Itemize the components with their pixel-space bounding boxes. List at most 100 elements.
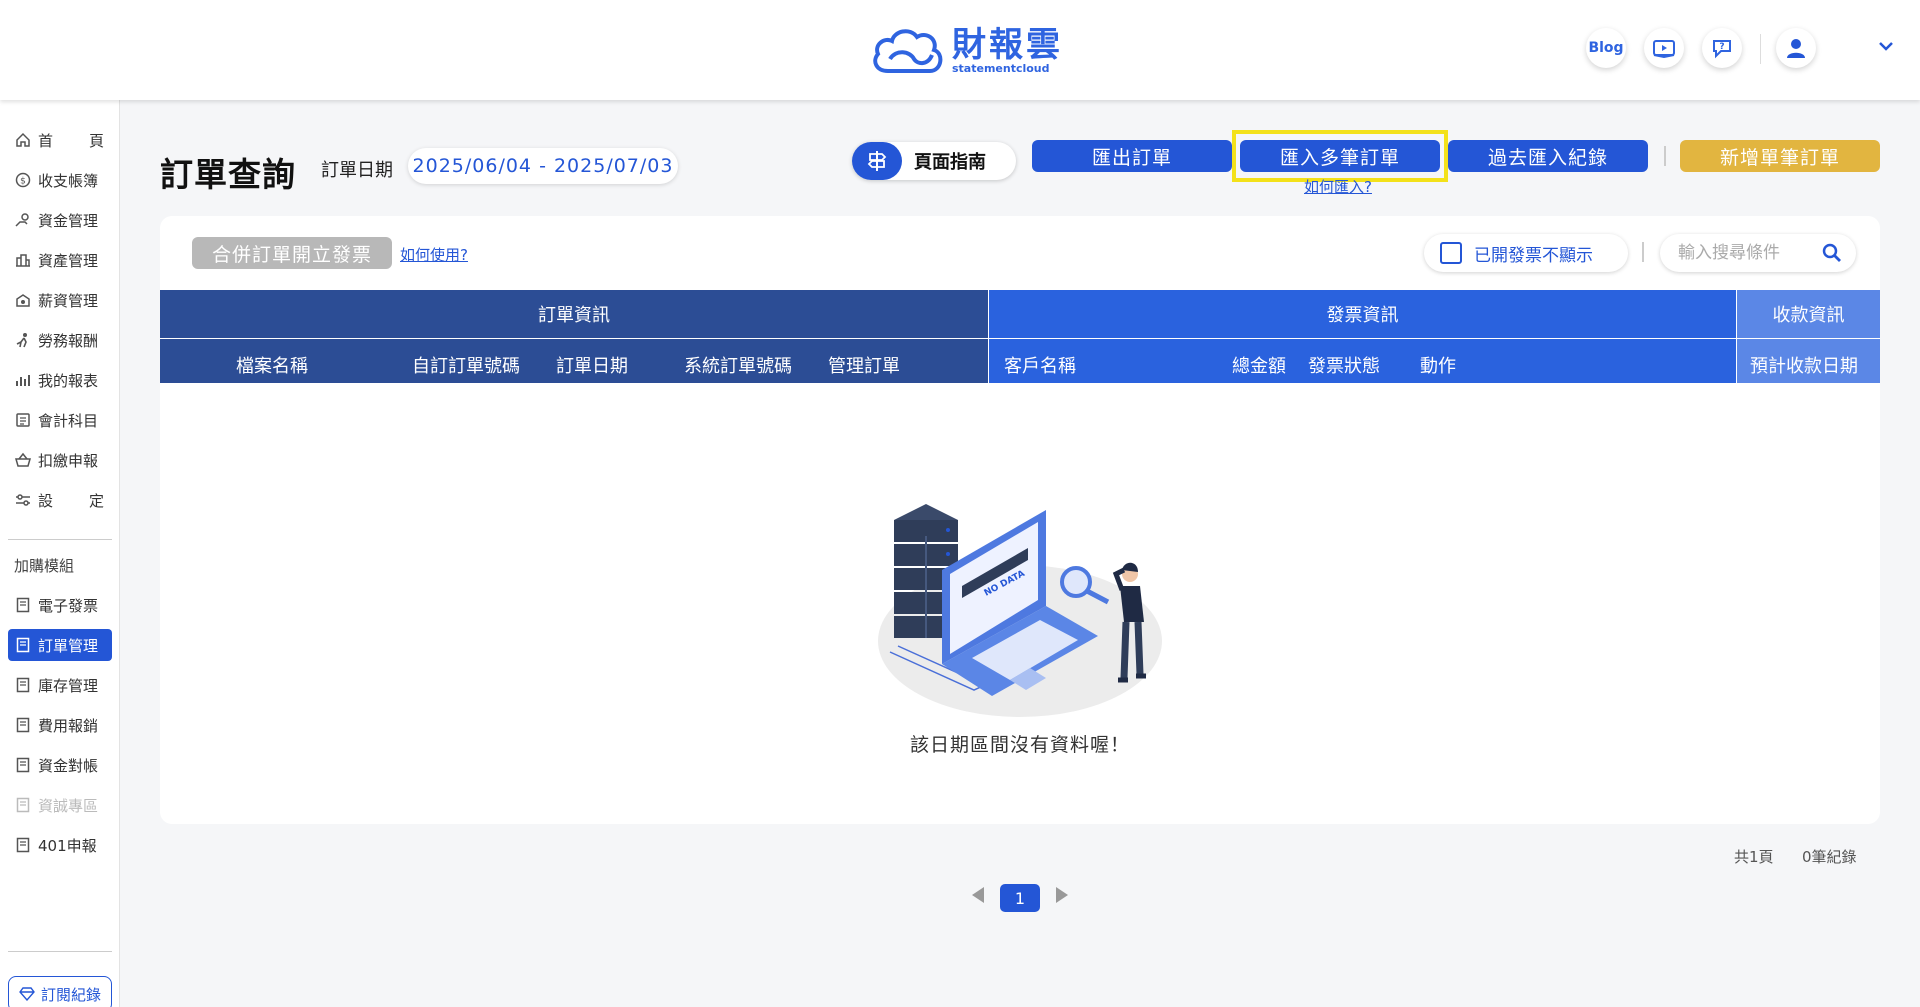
document-icon bbox=[14, 636, 32, 654]
sidebar: 首頁 $ 收支帳簿 資金管理 資產管理 薪資管理 勞務報酬 我的報表 會計科目 … bbox=[0, 100, 120, 1007]
sidebar-item-pwc-zone: 資誠專區 bbox=[8, 789, 112, 821]
payment-info-group-header: 收款資訊 bbox=[1737, 290, 1880, 338]
sidebar-item-label: 收支帳簿 bbox=[38, 171, 99, 190]
svg-text:?: ? bbox=[1719, 42, 1724, 52]
ledger-icon bbox=[14, 411, 32, 429]
order-date-label: 訂單日期 bbox=[321, 160, 393, 181]
page-guide-button[interactable]: 頁面指南 bbox=[852, 142, 1016, 180]
page-title: 訂單查詢 bbox=[160, 155, 296, 194]
import-history-button[interactable]: 過去匯入紀錄 bbox=[1448, 140, 1648, 172]
column-header-invoice-status: 發票狀態 bbox=[1308, 356, 1380, 377]
basket-icon bbox=[14, 451, 32, 469]
search-box bbox=[1660, 234, 1856, 272]
logo-english-text: statementcloud bbox=[952, 62, 1050, 75]
sidebar-item-label: 勞務報酬 bbox=[38, 331, 99, 350]
column-header-custom-order-no: 自訂訂單號碼 bbox=[412, 356, 520, 377]
document-icon bbox=[14, 596, 32, 614]
diamond-icon bbox=[19, 987, 35, 1001]
subscription-label: 訂閱紀錄 bbox=[40, 985, 101, 1004]
sidebar-item-salary[interactable]: 薪資管理 bbox=[8, 284, 112, 316]
video-book-icon bbox=[1653, 40, 1675, 58]
sidebar-item-settings[interactable]: 設定 bbox=[8, 484, 112, 516]
highlight-frame bbox=[1232, 130, 1448, 182]
sidebar-item-label: 訂單管理 bbox=[38, 636, 99, 655]
column-header-file-name: 檔案名稱 bbox=[236, 356, 308, 377]
sidebar-item-label: 電子發票 bbox=[38, 596, 99, 615]
sidebar-item-funds[interactable]: 資金管理 bbox=[8, 204, 112, 236]
column-header-expected-payment-date: 預計收款日期 bbox=[1750, 356, 1858, 377]
sidebar-item-label: 會計科目 bbox=[38, 411, 99, 430]
search-icon[interactable] bbox=[1822, 243, 1842, 263]
sidebar-item-label: 資金對帳 bbox=[38, 756, 99, 775]
sidebar-item-label: 資金管理 bbox=[38, 211, 99, 230]
help-chat-icon: ? bbox=[1713, 40, 1731, 59]
merge-orders-invoice-button[interactable]: 合併訂單開立發票 bbox=[192, 237, 392, 269]
sidebar-item-401-filing[interactable]: 401申報 bbox=[8, 829, 112, 861]
sidebar-item-assets[interactable]: 資產管理 bbox=[8, 244, 112, 276]
date-range-picker[interactable]: 2025/06/04 - 2025/07/03 bbox=[408, 148, 678, 184]
svg-text:$: $ bbox=[20, 177, 26, 187]
blog-button[interactable]: Blog bbox=[1586, 28, 1626, 68]
subscription-record-button[interactable]: 訂閱紀錄 bbox=[8, 976, 112, 1007]
search-divider bbox=[1642, 242, 1644, 262]
sidebar-item-einvoice[interactable]: 電子發票 bbox=[8, 589, 112, 621]
page-guide-label: 頁面指南 bbox=[914, 152, 986, 173]
sidebar-item-inventory[interactable]: 庫存管理 bbox=[8, 669, 112, 701]
search-input[interactable] bbox=[1678, 243, 1808, 263]
sidebar-item-label: 費用報銷 bbox=[38, 716, 99, 735]
hide-invoiced-checkbox[interactable] bbox=[1440, 242, 1462, 264]
top-header: 財報雲 statementcloud Blog ? bbox=[0, 0, 1920, 100]
group-label: 發票資訊 bbox=[1326, 305, 1399, 326]
user-avatar-button[interactable] bbox=[1776, 28, 1816, 68]
hide-invoiced-toggle[interactable]: 已開發票不顯示 bbox=[1424, 234, 1628, 272]
sidebar-divider bbox=[8, 539, 112, 540]
coin-icon: $ bbox=[14, 171, 32, 189]
user-icon bbox=[1787, 39, 1805, 58]
sidebar-item-home[interactable]: 首頁 bbox=[8, 124, 112, 156]
next-page-icon[interactable] bbox=[1054, 885, 1070, 905]
how-to-import-link[interactable]: 如何匯入? bbox=[1304, 176, 1372, 197]
previous-page-icon[interactable] bbox=[970, 885, 986, 905]
sidebar-item-reports[interactable]: 我的報表 bbox=[8, 364, 112, 396]
total-records-text: 0筆紀錄 bbox=[1802, 848, 1857, 866]
statementcloud-logo[interactable]: 財報雲 statementcloud bbox=[870, 22, 1063, 80]
hide-invoiced-label: 已開發票不顯示 bbox=[1474, 245, 1593, 266]
sidebar-item-reconciliation[interactable]: 資金對帳 bbox=[8, 749, 112, 781]
document-icon bbox=[14, 676, 32, 694]
sliders-icon bbox=[14, 491, 32, 509]
sidebar-item-accounts[interactable]: 會計科目 bbox=[8, 404, 112, 436]
sidebar-item-label: 定 bbox=[88, 491, 104, 510]
export-orders-button[interactable]: 匯出訂單 bbox=[1032, 140, 1232, 172]
sidebar-item-labor[interactable]: 勞務報酬 bbox=[8, 324, 112, 356]
column-header-customer-name: 客戶名稱 bbox=[1004, 356, 1076, 377]
how-to-use-link[interactable]: 如何使用? bbox=[400, 244, 468, 265]
sidebar-item-ledger[interactable]: $ 收支帳簿 bbox=[8, 164, 112, 196]
sidebar-item-label: 設 bbox=[38, 491, 54, 510]
sidebar-item-label: 頁 bbox=[88, 131, 104, 150]
sidebar-item-label: 401申報 bbox=[38, 836, 97, 855]
sidebar-item-order-management[interactable]: 訂單管理 bbox=[8, 629, 112, 661]
document-icon bbox=[14, 836, 32, 854]
group-label: 收款資訊 bbox=[1772, 305, 1845, 326]
document-icon bbox=[14, 756, 32, 774]
help-chat-button[interactable]: ? bbox=[1702, 28, 1742, 68]
sidebar-item-label: 扣繳申報 bbox=[38, 451, 99, 470]
add-single-order-button[interactable]: 新增單筆訂單 bbox=[1680, 140, 1880, 172]
salary-icon bbox=[14, 291, 32, 309]
sidebar-divider bbox=[8, 951, 112, 952]
home-icon bbox=[14, 131, 32, 149]
header-divider bbox=[1760, 34, 1761, 64]
column-header-manage-order: 管理訂單 bbox=[828, 356, 900, 377]
addon-heading: 加購模組 bbox=[14, 557, 75, 575]
bar-chart-icon bbox=[14, 371, 32, 389]
current-page-button[interactable]: 1 bbox=[1000, 884, 1040, 912]
sidebar-item-withholding[interactable]: 扣繳申報 bbox=[8, 444, 112, 476]
sidebar-item-expenses[interactable]: 費用報銷 bbox=[8, 709, 112, 741]
chevron-down-icon[interactable] bbox=[1878, 40, 1894, 52]
sidebar-item-label: 資誠專區 bbox=[38, 796, 99, 815]
worker-icon bbox=[14, 331, 32, 349]
sidebar-item-label: 首 bbox=[38, 131, 54, 150]
empty-state-message: 該日期區間沒有資料喔！ bbox=[910, 734, 1131, 756]
column-header-total-amount: 總金額 bbox=[1232, 356, 1286, 377]
video-tutorial-button[interactable] bbox=[1644, 28, 1684, 68]
